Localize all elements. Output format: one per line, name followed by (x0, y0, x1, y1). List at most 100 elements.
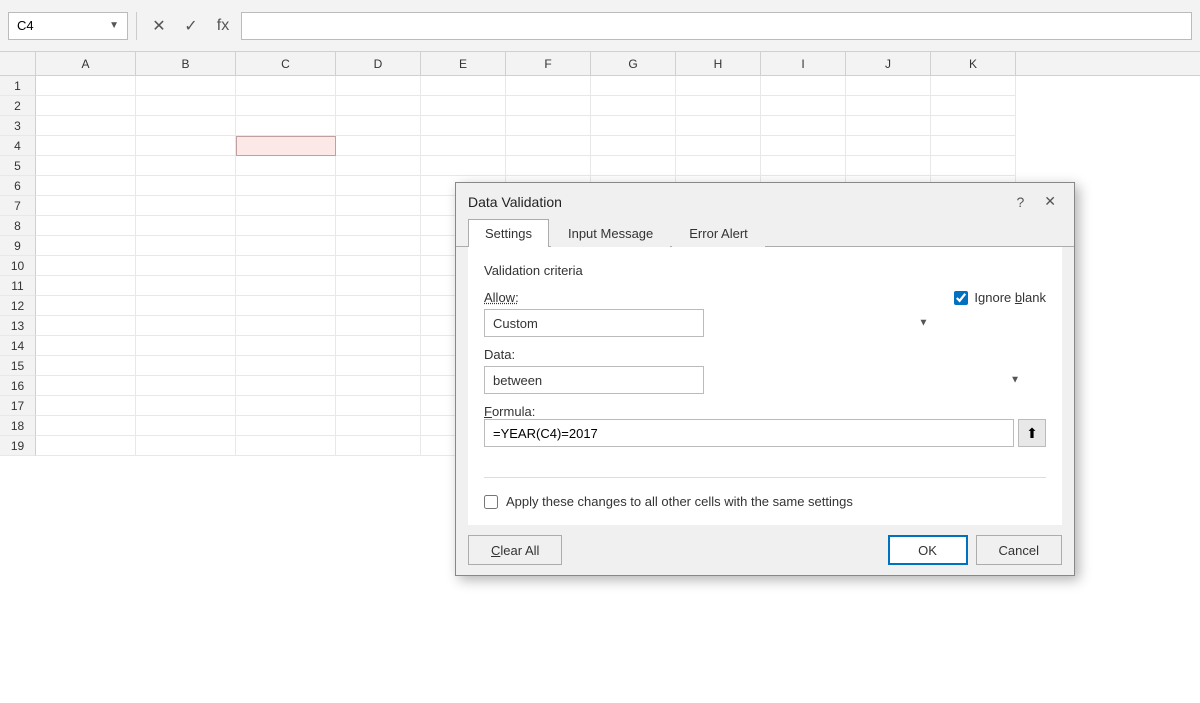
allow-row: Allow: Custom ▼ Ignore blank (484, 290, 1046, 337)
close-button[interactable]: ✕ (1038, 191, 1062, 212)
cell-D3[interactable] (336, 116, 421, 136)
col-header-H[interactable]: H (676, 52, 761, 75)
cell-A2[interactable] (36, 96, 136, 116)
col-header-E[interactable]: E (421, 52, 506, 75)
formula-label: Formula: (484, 404, 535, 419)
formula-bar[interactable] (241, 12, 1192, 40)
tab-error-alert[interactable]: Error Alert (672, 219, 765, 247)
cell-I4[interactable] (761, 136, 846, 156)
cell-H4[interactable] (676, 136, 761, 156)
col-header-D[interactable]: D (336, 52, 421, 75)
row-num-9: 9 (0, 236, 36, 256)
cell-C2[interactable] (236, 96, 336, 116)
cell-K4[interactable] (931, 136, 1016, 156)
row-num-18: 18 (0, 416, 36, 436)
row-num-5: 5 (0, 156, 36, 176)
cell-H1[interactable] (676, 76, 761, 96)
cell-I3[interactable] (761, 116, 846, 136)
data-select[interactable]: between (484, 366, 704, 394)
col-header-K[interactable]: K (931, 52, 1016, 75)
allow-select[interactable]: Custom (484, 309, 704, 337)
data-select-arrow: ▼ (1010, 375, 1020, 386)
cell-G1[interactable] (591, 76, 676, 96)
allow-col: Allow: Custom ▼ (484, 290, 934, 337)
dialog-footer: Clear All OK Cancel (456, 525, 1074, 575)
col-header-C[interactable]: C (236, 52, 336, 75)
cell-J4[interactable] (846, 136, 931, 156)
formula-icon[interactable]: fx (209, 12, 237, 40)
toolbar-separator (136, 12, 137, 40)
col-header-F[interactable]: F (506, 52, 591, 75)
col-header-G[interactable]: G (591, 52, 676, 75)
cell-A4[interactable] (36, 136, 136, 156)
cell-E4[interactable] (421, 136, 506, 156)
cell-K2[interactable] (931, 96, 1016, 116)
row-num-15: 15 (0, 356, 36, 376)
data-col: Data: between ▼ (484, 347, 1026, 394)
col-header-I[interactable]: I (761, 52, 846, 75)
cell-D2[interactable] (336, 96, 421, 116)
row-num-7: 7 (0, 196, 36, 216)
cell-H2[interactable] (676, 96, 761, 116)
cell-J1[interactable] (846, 76, 931, 96)
row-num-19: 19 (0, 436, 36, 456)
cell-B3[interactable] (136, 116, 236, 136)
formula-range-button[interactable]: ⬆ (1018, 419, 1046, 447)
formula-row: Formula: ⬆ (484, 404, 1046, 447)
cell-B4[interactable] (136, 136, 236, 156)
confirm-edit-icon[interactable]: ✓ (177, 12, 205, 40)
cell-K1[interactable] (931, 76, 1016, 96)
cell-J3[interactable] (846, 116, 931, 136)
tab-settings[interactable]: Settings (468, 219, 549, 247)
cell-A3[interactable] (36, 116, 136, 136)
cell-G2[interactable] (591, 96, 676, 116)
dialog-titlebar: Data Validation ? ✕ (456, 183, 1074, 218)
allow-select-arrow: ▼ (919, 318, 929, 329)
allow-select-wrapper: Custom ▼ (484, 309, 934, 337)
name-box-arrow[interactable]: ▼ (109, 20, 119, 31)
cell-ref: C4 (17, 18, 34, 33)
tab-input-message[interactable]: Input Message (551, 219, 670, 247)
cell-I1[interactable] (761, 76, 846, 96)
dialog-title: Data Validation (468, 194, 562, 210)
cell-E2[interactable] (421, 96, 506, 116)
footer-right-buttons: OK Cancel (888, 535, 1062, 565)
cell-G3[interactable] (591, 116, 676, 136)
ignore-blank-label: Ignore blank (974, 290, 1046, 305)
col-header-A[interactable]: A (36, 52, 136, 75)
cancel-button[interactable]: Cancel (976, 535, 1062, 565)
cell-J2[interactable] (846, 96, 931, 116)
col-header-J[interactable]: J (846, 52, 931, 75)
data-label: Data: (484, 347, 1026, 362)
ok-button[interactable]: OK (888, 535, 968, 565)
cell-E3[interactable] (421, 116, 506, 136)
cell-H3[interactable] (676, 116, 761, 136)
cell-I2[interactable] (761, 96, 846, 116)
cell-G4[interactable] (591, 136, 676, 156)
cell-D4[interactable] (336, 136, 421, 156)
cell-C4[interactable] (236, 136, 336, 156)
cell-F2[interactable] (506, 96, 591, 116)
help-button[interactable]: ? (1010, 192, 1030, 212)
table-row: 3 (0, 116, 1200, 136)
cell-F4[interactable] (506, 136, 591, 156)
cell-K3[interactable] (931, 116, 1016, 136)
clear-all-button[interactable]: Clear All (468, 535, 562, 565)
section-title: Validation criteria (484, 263, 1046, 278)
cell-B1[interactable] (136, 76, 236, 96)
cell-D1[interactable] (336, 76, 421, 96)
cell-E1[interactable] (421, 76, 506, 96)
cancel-edit-icon[interactable]: ✕ (145, 12, 173, 40)
cell-F1[interactable] (506, 76, 591, 96)
col-header-B[interactable]: B (136, 52, 236, 75)
formula-input[interactable] (484, 419, 1014, 447)
cell-A1[interactable] (36, 76, 136, 96)
cell-C3[interactable] (236, 116, 336, 136)
ignore-blank-checkbox[interactable] (954, 291, 968, 305)
cell-F3[interactable] (506, 116, 591, 136)
name-box[interactable]: C4 ▼ (8, 12, 128, 40)
data-select-wrapper: between ▼ (484, 366, 1026, 394)
apply-changes-checkbox[interactable] (484, 495, 498, 509)
cell-B2[interactable] (136, 96, 236, 116)
cell-C1[interactable] (236, 76, 336, 96)
